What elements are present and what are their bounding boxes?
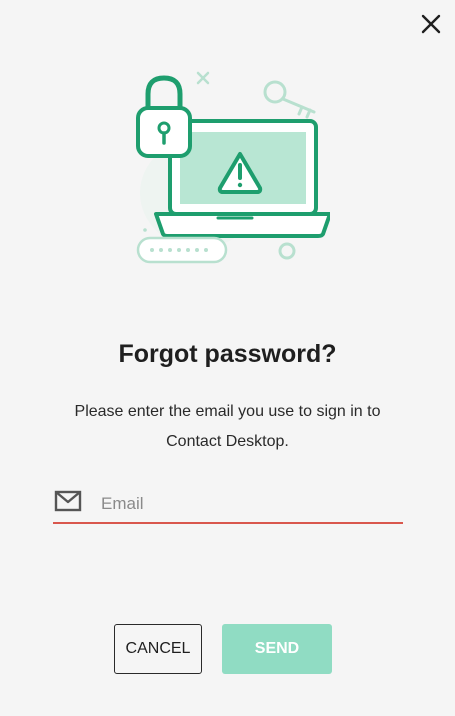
forgot-password-dialog: Forgot password? Please enter the email … (0, 0, 455, 716)
locked-laptop-illustration (136, 71, 330, 264)
dialog-description: Please enter the email you use to sign i… (74, 403, 381, 450)
dialog-title: Forgot password? (118, 340, 337, 368)
send-button[interactable]: SEND (222, 624, 332, 674)
key-decoration (263, 80, 316, 119)
email-field-row (53, 484, 403, 524)
x-decoration (196, 71, 210, 85)
email-input[interactable] (101, 490, 396, 518)
cancel-button[interactable]: CANCEL (114, 624, 202, 674)
envelope-icon (54, 490, 82, 512)
close-icon[interactable] (417, 10, 445, 38)
padlock-icon (136, 75, 192, 158)
password-field-decoration (136, 236, 228, 264)
circle-decoration (278, 242, 296, 260)
